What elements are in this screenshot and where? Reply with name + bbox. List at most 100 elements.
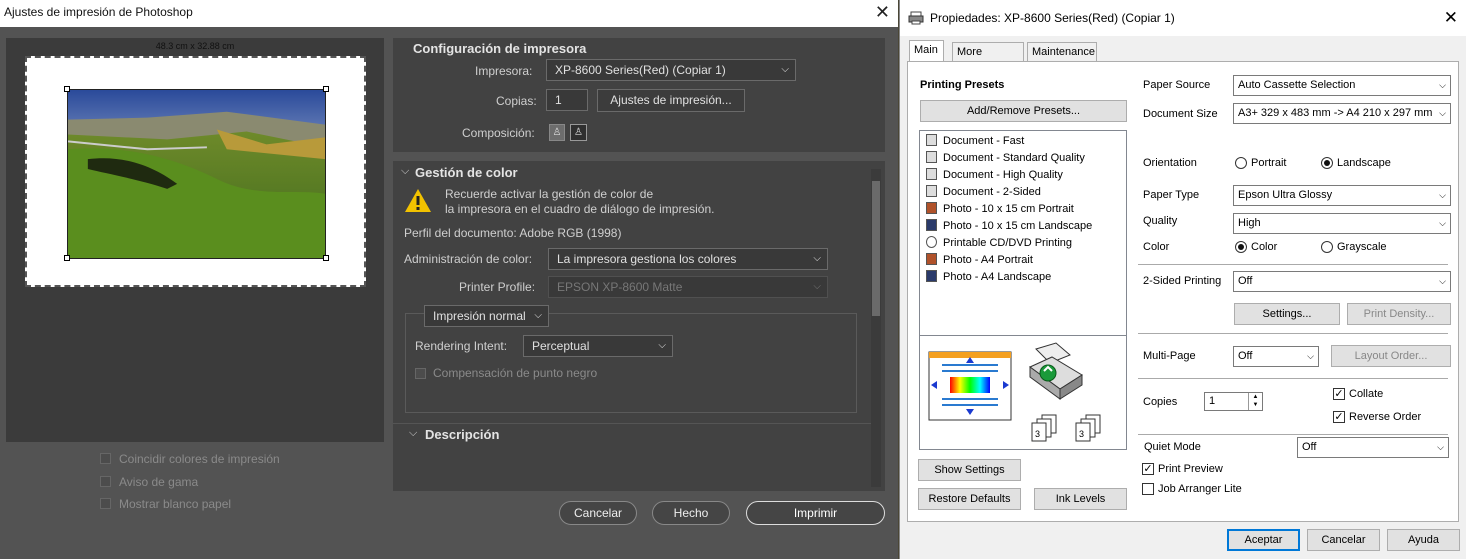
printer-profile-label: Printer Profile: — [459, 280, 536, 294]
preset-item[interactable]: Photo - 10 x 15 cm Landscape — [926, 218, 1092, 235]
rendering-intent-value: Perceptual — [532, 339, 590, 353]
preset-item[interactable]: Document - Standard Quality — [926, 150, 1085, 167]
preset-item[interactable]: Printable CD/DVD Printing — [926, 235, 1072, 252]
color-handling-value: La impresora gestiona los colores — [557, 252, 737, 266]
portrait-layout-icon[interactable]: ♙ — [549, 124, 565, 141]
show-settings-button[interactable]: Show Settings — [918, 459, 1021, 481]
multipage-select[interactable]: Off ⌵ — [1233, 346, 1319, 367]
chevron-down-icon: ⌵ — [1439, 108, 1446, 118]
chevron-down-icon: ⌵ — [1439, 276, 1446, 286]
cancel-button[interactable]: Cancelar — [559, 501, 637, 525]
help-button[interactable]: Ayuda — [1387, 529, 1460, 551]
show-paper-white-checkbox[interactable] — [100, 498, 111, 509]
preview-paper — [25, 56, 366, 287]
spinner-icon[interactable]: ▲ ▼ — [1248, 393, 1262, 410]
preset-item[interactable]: Photo - 10 x 15 cm Portrait — [926, 201, 1074, 218]
photoshop-print-dialog: Ajustes de impresión de Photoshop ✕ 48.3… — [0, 0, 898, 559]
resize-handle[interactable] — [64, 86, 70, 92]
preset-item[interactable]: Photo - A4 Landscape — [926, 269, 1051, 286]
document-icon — [926, 151, 937, 163]
scrollbar[interactable] — [871, 169, 881, 487]
scrollbar-thumb[interactable] — [872, 181, 880, 316]
preset-item[interactable]: Document - Fast — [926, 133, 1024, 150]
tab-maintenance[interactable]: Maintenance — [1027, 42, 1097, 62]
layout-order-button[interactable]: Layout Order... — [1331, 345, 1451, 367]
quality-select[interactable]: High ⌵ — [1233, 213, 1451, 234]
preview-size-label: 48.3 cm x 32.88 cm — [155, 41, 235, 51]
resize-handle[interactable] — [323, 86, 329, 92]
epson-title: Propiedades: XP-8600 Series(Red) (Copiar… — [930, 11, 1175, 25]
paper-type-value: Epson Ultra Glossy — [1238, 189, 1333, 201]
collate-checkbox[interactable]: ✓ — [1333, 388, 1345, 400]
photo-icon — [926, 270, 937, 282]
printer-illustration-icon — [1029, 342, 1083, 400]
chevron-down-icon: ⌵ — [534, 310, 542, 321]
copies-label: Copies — [1143, 396, 1178, 408]
add-remove-presets-button[interactable]: Add/Remove Presets... — [920, 100, 1127, 122]
done-button[interactable]: Hecho — [652, 501, 730, 525]
ps-title-bar: Ajustes de impresión de Photoshop ✕ — [0, 0, 898, 27]
printer-setup-section: Configuración de impresora Impresora: XP… — [393, 38, 885, 152]
two-sided-select[interactable]: Off ⌵ — [1233, 271, 1451, 292]
collapse-chevron-icon[interactable]: ⌵ — [409, 427, 417, 440]
rendering-intent-select[interactable]: Perceptual ⌵ — [523, 335, 673, 357]
black-point-checkbox[interactable] — [415, 368, 426, 379]
paper-type-select[interactable]: Epson Ultra Glossy ⌵ — [1233, 185, 1451, 206]
print-settings-button[interactable]: Ajustes de impresión... — [597, 89, 745, 112]
print-density-button[interactable]: Print Density... — [1347, 303, 1451, 325]
preset-item[interactable]: Document - High Quality — [926, 167, 1063, 184]
quiet-mode-value: Off — [1302, 441, 1317, 453]
chevron-down-icon: ⌵ — [1307, 351, 1314, 361]
document-size-select[interactable]: A3+ 329 x 483 mm -> A4 210 x 297 mm ⌵ — [1233, 103, 1451, 124]
preview-photo[interactable] — [67, 89, 326, 259]
printer-label: Impresora: — [475, 64, 533, 78]
copies-input[interactable]: 1 — [546, 89, 588, 111]
chevron-down-icon: ⌵ — [813, 281, 821, 292]
preset-label: Document - High Quality — [943, 169, 1063, 181]
print-preview-checkbox[interactable]: ✓ — [1142, 463, 1154, 475]
gamut-warning-checkbox[interactable] — [100, 476, 111, 487]
landscape-radio[interactable] — [1321, 157, 1333, 169]
print-mode-select[interactable]: Impresión normal ⌵ — [424, 305, 549, 327]
job-arranger-checkbox[interactable] — [1142, 483, 1154, 495]
printer-profile-select[interactable]: EPSON XP-8600 Matte ⌵ — [548, 276, 828, 298]
resize-handle[interactable] — [64, 255, 70, 261]
restore-defaults-button[interactable]: Restore Defaults — [918, 488, 1021, 510]
print-button[interactable]: Imprimir — [746, 501, 885, 525]
ok-button[interactable]: Aceptar — [1227, 529, 1300, 551]
preset-item[interactable]: Photo - A4 Portrait — [926, 252, 1033, 269]
grayscale-radio[interactable] — [1321, 241, 1333, 253]
preset-item[interactable]: Document - 2-Sided — [926, 184, 1041, 201]
paper-source-select[interactable]: Auto Cassette Selection ⌵ — [1233, 75, 1451, 96]
resize-handle[interactable] — [323, 255, 329, 261]
color-radio[interactable] — [1235, 241, 1247, 253]
epson-title-bar: Propiedades: XP-8600 Series(Red) (Copiar… — [900, 0, 1466, 36]
quiet-mode-select[interactable]: Off ⌵ — [1297, 437, 1449, 458]
grayscale-label: Grayscale — [1337, 241, 1387, 253]
divider — [1138, 264, 1448, 265]
preset-label: Document - Standard Quality — [943, 152, 1085, 164]
page-order-icon: 3 — [1031, 414, 1057, 442]
printer-value: XP-8600 Series(Red) (Copiar 1) — [555, 63, 726, 77]
match-colors-checkbox[interactable] — [100, 453, 111, 464]
reverse-order-checkbox[interactable]: ✓ — [1333, 411, 1345, 423]
cancel-button[interactable]: Cancelar — [1307, 529, 1380, 551]
ink-levels-button[interactable]: Ink Levels — [1034, 488, 1127, 510]
color-handling-select[interactable]: La impresora gestiona los colores ⌵ — [548, 248, 828, 270]
settings-button[interactable]: Settings... — [1234, 303, 1340, 325]
portrait-radio[interactable] — [1235, 157, 1247, 169]
copies-input[interactable]: 1 ▲ ▼ — [1204, 392, 1263, 411]
collapse-chevron-icon[interactable]: ⌵ — [401, 165, 409, 178]
preset-label: Photo - 10 x 15 cm Landscape — [943, 220, 1093, 232]
epson-close-icon[interactable]: ✕ — [1444, 0, 1458, 36]
landscape-layout-icon[interactable]: ♙ — [570, 124, 587, 141]
print-mode-group — [405, 313, 857, 413]
paper-source-label: Paper Source — [1143, 79, 1211, 91]
ps-close-icon[interactable]: ✕ — [875, 0, 890, 24]
photo-icon — [926, 253, 937, 265]
printer-select[interactable]: XP-8600 Series(Red) (Copiar 1) ⌵ — [546, 59, 796, 81]
quiet-mode-label: Quiet Mode — [1144, 441, 1201, 453]
tab-main[interactable]: Main — [909, 40, 944, 62]
copies-value: 1 — [1209, 395, 1216, 407]
tab-more-options[interactable]: More Options — [952, 42, 1024, 77]
